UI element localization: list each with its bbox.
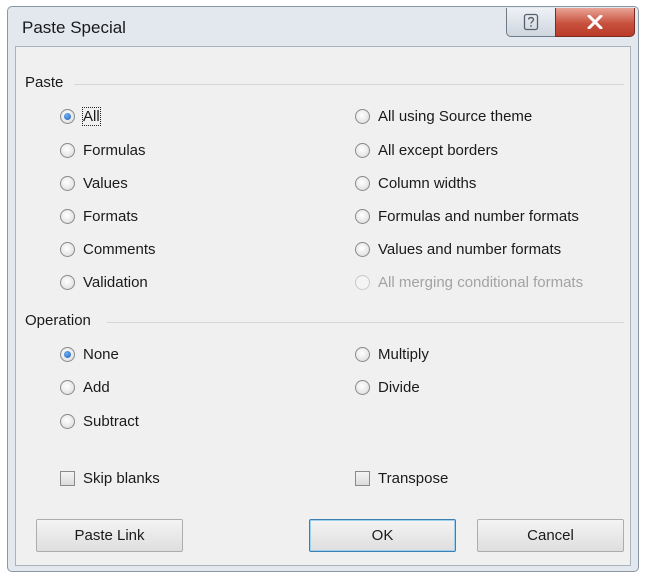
radio-button: [60, 175, 75, 191]
checkbox-label: Skip blanks: [83, 469, 160, 487]
radio-label: Subtract: [83, 412, 139, 430]
operation-group-separator: [107, 322, 624, 323]
radio-label: Multiply: [378, 345, 429, 363]
radio-label: None: [83, 345, 119, 363]
checkbox-box: [355, 470, 370, 486]
radio-button: [355, 208, 370, 224]
radio-paste-all[interactable]: All: [60, 105, 101, 127]
radio-label: All except borders: [378, 141, 499, 159]
radio-paste-formulas-and-number-formats[interactable]: Formulas and number formats: [355, 205, 579, 227]
radio-label: Add: [83, 378, 110, 396]
radio-button: [60, 142, 75, 158]
radio-button: [60, 241, 75, 257]
radio-label: All using Source theme: [378, 107, 533, 125]
radio-paste-validation[interactable]: Validation: [60, 271, 148, 293]
radio-paste-all-using-source-theme[interactable]: All using Source theme: [355, 105, 532, 127]
checkbox-box: [60, 470, 75, 486]
radio-label: Formulas: [83, 141, 146, 159]
title-bar: Paste Special: [8, 7, 638, 51]
radio-operation-add[interactable]: Add: [60, 376, 110, 398]
cancel-button[interactable]: Cancel: [477, 519, 624, 552]
radio-label: All: [82, 106, 101, 126]
radio-paste-all-merging-conditional-formats: All merging conditional formats: [355, 271, 583, 293]
radio-label: Comments: [83, 240, 156, 258]
radio-button: [60, 379, 75, 395]
radio-button: [355, 379, 370, 395]
radio-label: Formulas and number formats: [378, 207, 579, 225]
radio-label: Formats: [83, 207, 139, 225]
radio-paste-column-widths[interactable]: Column widths: [355, 172, 476, 194]
help-button[interactable]: [506, 8, 556, 37]
radio-button: [355, 346, 370, 362]
checkbox-label: Transpose: [378, 469, 449, 487]
paste-group-separator: [74, 84, 624, 85]
radio-paste-formulas[interactable]: Formulas: [60, 139, 146, 161]
radio-button: [60, 208, 75, 224]
radio-operation-divide[interactable]: Divide: [355, 376, 420, 398]
radio-paste-values[interactable]: Values: [60, 172, 128, 194]
paste-group-label: Paste: [25, 74, 64, 91]
paste-link-button[interactable]: Paste Link: [36, 519, 183, 552]
radio-operation-subtract[interactable]: Subtract: [60, 410, 139, 432]
radio-operation-multiply[interactable]: Multiply: [355, 343, 429, 365]
ok-button[interactable]: OK: [309, 519, 456, 552]
radio-button: [60, 413, 75, 429]
question-mark-icon: [523, 13, 539, 31]
radio-label: Divide: [378, 378, 420, 396]
dialog-body: Paste All Formulas Values Formats Commen…: [15, 46, 631, 566]
radio-label: Validation: [83, 273, 148, 291]
radio-button-selected: [60, 346, 75, 362]
checkbox-skip-blanks[interactable]: Skip blanks: [60, 467, 160, 489]
radio-button-disabled: [355, 274, 370, 290]
radio-paste-all-except-borders[interactable]: All except borders: [355, 139, 498, 161]
radio-label: Values: [83, 174, 128, 192]
close-x-icon: [587, 15, 603, 29]
radio-paste-comments[interactable]: Comments: [60, 238, 156, 260]
radio-paste-formats[interactable]: Formats: [60, 205, 138, 227]
radio-label: All merging conditional formats: [378, 273, 584, 291]
radio-paste-values-and-number-formats[interactable]: Values and number formats: [355, 238, 561, 260]
radio-button-selected: [60, 108, 75, 124]
radio-button: [355, 175, 370, 191]
radio-button: [355, 108, 370, 124]
paste-special-dialog: Paste Special Paste All Formulas Values …: [7, 6, 639, 572]
radio-operation-none[interactable]: None: [60, 343, 119, 365]
radio-button: [60, 274, 75, 290]
radio-button: [355, 142, 370, 158]
operation-group-label: Operation: [25, 312, 91, 329]
radio-button: [355, 241, 370, 257]
dialog-title: Paste Special: [22, 18, 126, 37]
close-button[interactable]: [555, 8, 635, 37]
radio-label: Column widths: [378, 174, 477, 192]
radio-label: Values and number formats: [378, 240, 562, 258]
checkbox-transpose[interactable]: Transpose: [355, 467, 448, 489]
